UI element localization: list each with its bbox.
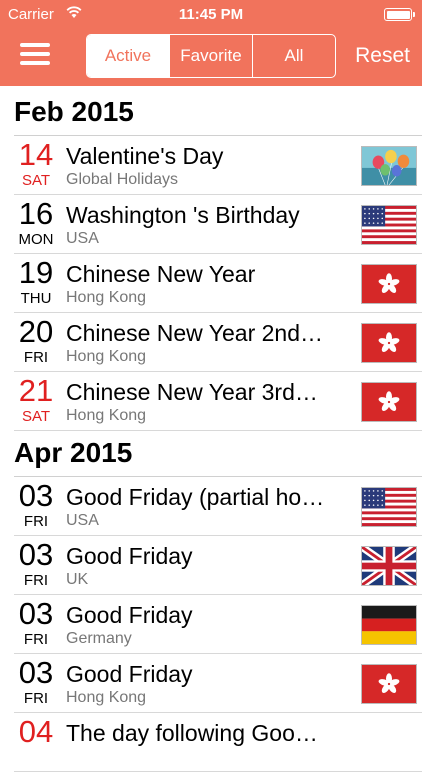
weekday-label: THU xyxy=(20,290,52,307)
hamburger-menu-icon[interactable] xyxy=(20,41,50,67)
segment-all[interactable]: All xyxy=(253,35,335,77)
date-block: 16 MON xyxy=(10,196,62,249)
status-bar: Carrier 11:45 PM xyxy=(0,0,422,32)
weekday-label: FRI xyxy=(23,690,49,707)
holiday-row[interactable]: 14 SAT Valentine's Day Global Holidays xyxy=(0,136,422,195)
usa-flag-icon xyxy=(361,205,417,245)
segment-favorite[interactable]: Favorite xyxy=(170,35,253,77)
holiday-title: Chinese New Year xyxy=(66,261,256,287)
holiday-title: Valentine's Day xyxy=(66,143,224,169)
clock-label: 11:45 PM xyxy=(178,6,244,23)
usa-flag-icon xyxy=(361,487,417,527)
day-number: 03 xyxy=(18,655,54,690)
holiday-title: Good Friday xyxy=(66,602,193,628)
holiday-region: Hong Kong xyxy=(66,407,147,424)
holiday-title: Good Friday xyxy=(66,661,193,687)
month-label: Feb 2015 xyxy=(14,96,134,127)
month-section-header: Apr 2015 xyxy=(0,431,422,477)
weekday-label: FRI xyxy=(23,572,49,589)
day-number: 20 xyxy=(18,314,54,349)
filter-segmented-control: Active Favorite All xyxy=(86,34,336,78)
day-number: 21 xyxy=(18,373,54,408)
date-block: 21 SAT xyxy=(10,373,62,426)
holiday-region: Global Holidays xyxy=(66,171,179,188)
holiday-row[interactable]: 03 FRI Good Friday Hong Kong xyxy=(0,654,422,713)
weekday-label: SAT xyxy=(21,172,51,189)
date-block: 03 FRI xyxy=(10,596,62,649)
hong-kong-flag-icon xyxy=(361,664,417,704)
holiday-row[interactable]: 04 The day following Goo… xyxy=(0,713,422,772)
holiday-title: Good Friday xyxy=(66,543,193,569)
weekday-label: FRI xyxy=(23,349,49,366)
holiday-row[interactable]: 19 THU Chinese New Year Hong Kong xyxy=(0,254,422,313)
holiday-title: Chinese New Year 3rd… xyxy=(66,379,318,405)
weekday-label: MON xyxy=(18,231,54,248)
weekday-label: FRI xyxy=(23,631,49,648)
holiday-title: The day following Goo… xyxy=(66,720,318,746)
hong-kong-flag-icon xyxy=(361,264,417,304)
date-block: 20 FRI xyxy=(10,314,62,367)
holiday-row[interactable]: 16 MON Washington 's Birthday USA xyxy=(0,195,422,254)
day-number: 04 xyxy=(18,714,54,749)
holiday-region: USA xyxy=(66,230,99,247)
uk-flag-icon xyxy=(361,546,417,586)
holiday-region: Hong Kong xyxy=(66,348,147,365)
month-section-header: Feb 2015 xyxy=(0,90,422,136)
holiday-title: Washington 's Birthday xyxy=(66,202,300,228)
day-number: 14 xyxy=(18,137,54,172)
holiday-row[interactable]: 03 FRI Good Friday (partial ho… USA xyxy=(0,477,422,536)
day-number: 19 xyxy=(18,255,54,290)
day-number: 03 xyxy=(18,478,54,513)
date-block: 19 THU xyxy=(10,255,62,308)
month-label: Apr 2015 xyxy=(14,437,133,468)
holiday-row[interactable]: 21 SAT Chinese New Year 3rd… Hong Kong xyxy=(0,372,422,431)
holiday-title: Chinese New Year 2nd… xyxy=(66,320,323,346)
germany-flag-icon xyxy=(361,605,417,645)
date-block: 03 FRI xyxy=(10,655,62,708)
day-number: 03 xyxy=(18,537,54,572)
holiday-row[interactable]: 03 FRI Good Friday Germany xyxy=(0,595,422,654)
holiday-region: USA xyxy=(66,512,99,529)
day-number: 16 xyxy=(18,196,54,231)
balloons-icon xyxy=(361,146,417,186)
holiday-row[interactable]: 03 FRI Good Friday UK xyxy=(0,536,422,595)
day-number: 03 xyxy=(18,596,54,631)
battery-icon xyxy=(384,8,415,21)
date-block: 14 SAT xyxy=(10,137,62,190)
holiday-region: UK xyxy=(66,571,89,588)
hong-kong-flag-icon xyxy=(361,323,417,363)
nav-header: Carrier 11:45 PM Active Favorite All Res… xyxy=(0,0,422,86)
date-block: 04 xyxy=(10,715,62,749)
holiday-region: Hong Kong xyxy=(66,689,147,706)
date-block: 03 FRI xyxy=(10,537,62,590)
date-block: 03 FRI xyxy=(10,478,62,531)
holiday-region: Germany xyxy=(66,630,132,647)
weekday-label: FRI xyxy=(23,513,49,530)
segment-active[interactable]: Active xyxy=(87,35,170,77)
holiday-region: Hong Kong xyxy=(66,289,147,306)
holiday-row[interactable]: 20 FRI Chinese New Year 2nd… Hong Kong xyxy=(0,313,422,372)
reset-button[interactable]: Reset xyxy=(355,44,410,68)
hong-kong-flag-icon xyxy=(361,382,417,422)
weekday-label: SAT xyxy=(21,408,51,425)
holiday-title: Good Friday (partial ho… xyxy=(66,484,325,510)
